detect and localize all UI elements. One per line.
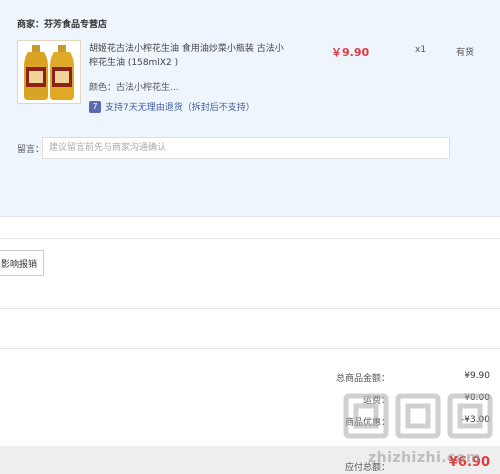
product-quantity: x1 (415, 45, 427, 55)
remark-input[interactable] (42, 137, 450, 159)
store-order-panel: 商家：芬芳食品专营店 胡姬花古法小榨花生油 食用油炒菜小瓶装 古法小榨花生油 (… (0, 0, 500, 217)
oil-bottles-icon (18, 41, 80, 103)
section-divider (0, 308, 500, 309)
seven-day-return-icon: 7 (89, 100, 101, 113)
product-title-link[interactable]: 胡姬花古法小榨花生油 食用油炒菜小瓶装 古法小榨花生油 (158mlX2 ) (89, 42, 289, 70)
total-goods-label: 总商品金额： (335, 374, 390, 384)
product-color: 颜色：古法小榨花生... (89, 83, 179, 93)
return-policy-text: 支持7天无理由退货（拆封后不支持） (105, 103, 255, 113)
shipping-value: ¥0.00 (464, 393, 490, 403)
return-policy-tag: 7 支持7天无理由退货（拆封后不支持） (89, 100, 255, 113)
section-divider (0, 348, 500, 349)
watermark-text: zhizhizhi.com (368, 450, 482, 466)
section-divider (0, 238, 500, 239)
product-price: ￥9.90 (331, 46, 370, 59)
merchant-name: 商家：芬芳食品专营店 (17, 20, 108, 30)
remark-label: 留言： (17, 145, 45, 155)
discount-label: 商品优惠： (344, 418, 390, 428)
product-image[interactable] (17, 40, 81, 104)
total-goods-value: ¥9.90 (464, 371, 490, 381)
invoice-button[interactable]: 影响报销 (0, 250, 44, 276)
stock-status: 有货 (456, 48, 475, 58)
discount-value: -¥3.00 (460, 415, 490, 425)
shipping-label: 运费： (362, 396, 390, 406)
